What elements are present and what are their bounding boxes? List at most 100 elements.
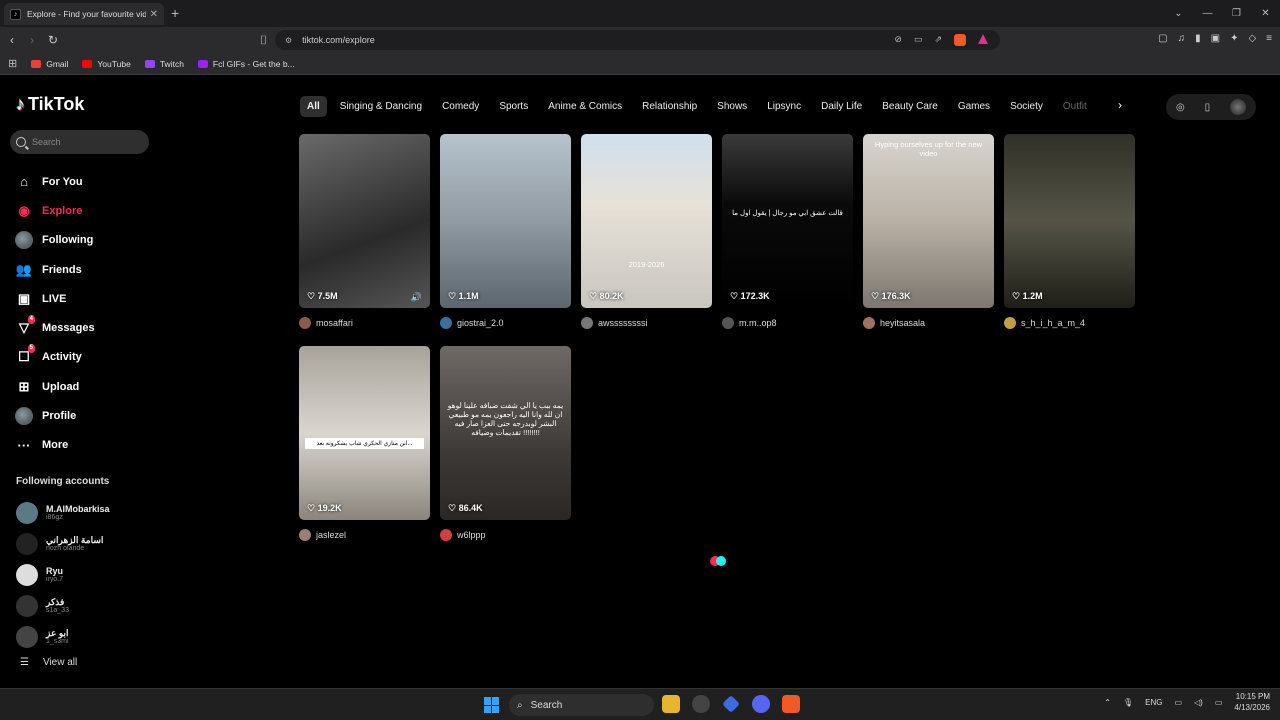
tab-beauty-care[interactable]: Beauty Care [875,96,945,117]
wallet-icon[interactable]: ▣ [1211,33,1220,44]
video-thumbnail[interactable]: ♡ 1.2M [1004,134,1135,308]
video-card[interactable]: 2019-2026 ♡ 80.2K awssssssssi [581,134,712,330]
video-thumbnail[interactable]: 2019-2026 ♡ 80.2K [581,134,712,308]
video-author[interactable]: mosaffari [299,316,430,330]
minimize-button[interactable]: — [1193,8,1222,19]
nav-item-messages[interactable]: ▽ 4 Messages [14,313,95,342]
file-explorer-icon[interactable] [662,695,680,713]
share-icon[interactable]: ⇗ [934,34,942,46]
video-card[interactable]: Hyping ourselves up for the new video ♡ 1… [863,134,994,330]
network-icon[interactable]: ▭ [1174,698,1182,707]
video-thumbnail[interactable]: قالت عشق ابي مو رجال | يقول اول ما ♡ 172.… [722,134,853,308]
bookmark-twitch[interactable]: Twitch [144,59,184,69]
address-bar[interactable]: ⚙ tiktok.com/explore ⊘ ▭ ⇗ [275,30,1000,50]
tab-close-icon[interactable]: ✕ [150,9,158,20]
tab-anime-comics[interactable]: Anime & Comics [541,96,629,117]
sidebar-icon[interactable]: ▮ [1195,33,1201,44]
coin-icon[interactable]: ◎ [1176,102,1185,113]
clock[interactable]: 10:15 PM 4/13/2026 [1234,691,1270,713]
nav-item-for-you[interactable]: ⌂ For You [14,167,95,196]
volume-icon[interactable]: ◁) [1194,698,1203,707]
nav-item-more[interactable]: ··· More [14,431,95,460]
notifications-off-icon[interactable]: ⊘ [894,34,902,46]
brave-shield-icon[interactable] [954,34,966,46]
bookmark-gmail[interactable]: Gmail [31,59,68,69]
video-author[interactable]: jaslezel [299,528,430,542]
forward-icon[interactable]: › [30,33,34,47]
tab-shows[interactable]: Shows [710,96,754,117]
tab-search-icon[interactable]: ⌄ [1164,8,1193,19]
view-all-button[interactable]: ☰ View all [20,657,77,668]
reload-icon[interactable]: ↻ [48,33,58,47]
video-thumbnail[interactable]: يمه ببب يا الي شفت ضبافه علينا لوهو ان ل… [440,346,571,520]
vscode-icon[interactable] [722,695,740,713]
video-author[interactable]: giostrai_2.0 [440,316,571,330]
video-thumbnail[interactable]: Hyping ourselves up for the new video ♡ 1… [863,134,994,308]
apps-grid-icon[interactable]: ⊞ [8,57,17,70]
bookmark-gifs[interactable]: Fcl GIFs - Get the b... [197,59,295,69]
mic-icon[interactable]: 🎙 [1123,698,1133,707]
language-indicator[interactable]: ENG [1145,698,1162,707]
tab-daily-life[interactable]: Daily Life [814,96,869,117]
tab-outfit[interactable]: Outfit [1056,96,1094,117]
video-author[interactable]: awssssssssi [581,316,712,330]
video-card[interactable]: قالت عشق ابي مو رجال | يقول اول ما ♡ 172.… [722,134,853,330]
video-thumbnail[interactable]: ♡ 7.5M 🔊 [299,134,430,308]
sound-icon[interactable]: 🔊 [411,292,422,303]
following-account[interactable]: اسامة الزهراني nozh olande [16,528,110,559]
tab-society[interactable]: Society [1003,96,1050,117]
nav-item-explore[interactable]: ◉ Explore [14,196,95,225]
search-input[interactable]: Search [10,130,149,154]
menu-icon[interactable]: ≡ [1266,33,1272,44]
tray-chevron-icon[interactable]: ⌃ [1104,698,1111,707]
video-card[interactable]: ♡ 1.1M giostrai_2.0 [440,134,571,330]
video-thumbnail[interactable]: ♡ 1.1M [440,134,571,308]
video-card[interactable]: ♡ 7.5M 🔊 mosaffari [299,134,430,330]
tab-all[interactable]: All [300,95,327,117]
vpn-icon[interactable]: ◇ [1248,33,1256,44]
bookmark-youtube[interactable]: YouTube [82,59,131,69]
tab-sports[interactable]: Sports [492,96,535,117]
nav-item-profile[interactable]: Profile [14,401,95,430]
screenshot-icon[interactable]: ▢ [1158,33,1167,44]
tiktok-logo[interactable]: ♪ TikTok [16,94,84,115]
video-card[interactable]: ♡ 1.2M s_h_i_h_a_m_4 [1004,134,1135,330]
nav-item-following[interactable]: Following [14,226,95,255]
video-card[interactable]: يمه ببب يا الي شفت ضبافه علينا لوهو ان ل… [440,346,571,542]
tab-singing-dancing[interactable]: Singing & Dancing [333,96,429,117]
tab-games[interactable]: Games [951,96,997,117]
brave-taskbar-icon[interactable] [782,695,800,713]
battery-icon[interactable]: ▭ [1215,698,1223,707]
tab-relationship[interactable]: Relationship [635,96,704,117]
discord-icon[interactable] [752,695,770,713]
following-account[interactable]: ابو عز 1_s3mi [16,621,110,652]
following-account[interactable]: M.AlMobarkisa i86gz [16,497,110,528]
close-window-button[interactable]: ✕ [1251,8,1280,19]
video-author[interactable]: heyitsasala [863,316,994,330]
following-account[interactable]: Ryu iryo.7 [16,559,110,590]
taskbar-search[interactable]: ⌕ Search [509,694,654,716]
windows-start-icon[interactable] [484,697,500,713]
video-thumbnail[interactable]: ابن منازي الحكري شاب يشكرونه بعد... ♡ 19.… [299,346,430,520]
phone-icon[interactable]: ▯ [1205,102,1211,113]
new-tab-button[interactable]: + [171,5,179,21]
nav-item-activity[interactable]: ☐ 5 Activity [14,343,95,372]
cast-icon[interactable]: ▭ [914,34,923,46]
app-icon[interactable] [692,695,710,713]
nav-item-friends[interactable]: 👥 Friends [14,255,95,284]
site-info-icon[interactable]: ⚙ [285,36,292,45]
chevron-right-icon[interactable]: › [1118,98,1122,112]
brave-rewards-icon[interactable] [978,34,988,44]
video-author[interactable]: s_h_i_h_a_m_4 [1004,316,1135,330]
back-icon[interactable]: ‹ [10,33,14,47]
following-account[interactable]: فذكر s1a_33 [16,590,110,621]
tab-lipsync[interactable]: Lipsync [760,96,808,117]
tab-comedy[interactable]: Comedy [435,96,486,117]
nav-item-live[interactable]: ▣ LIVE [14,284,95,313]
video-author[interactable]: m.m..op8 [722,316,853,330]
video-author[interactable]: w6lppp [440,528,571,542]
bookmark-icon[interactable]: ⌷ [260,33,267,48]
media-icon[interactable]: ♫ [1178,33,1186,44]
nav-item-upload[interactable]: ⊞ Upload [14,372,95,401]
video-card[interactable]: ابن منازي الحكري شاب يشكرونه بعد... ♡ 19.… [299,346,430,542]
